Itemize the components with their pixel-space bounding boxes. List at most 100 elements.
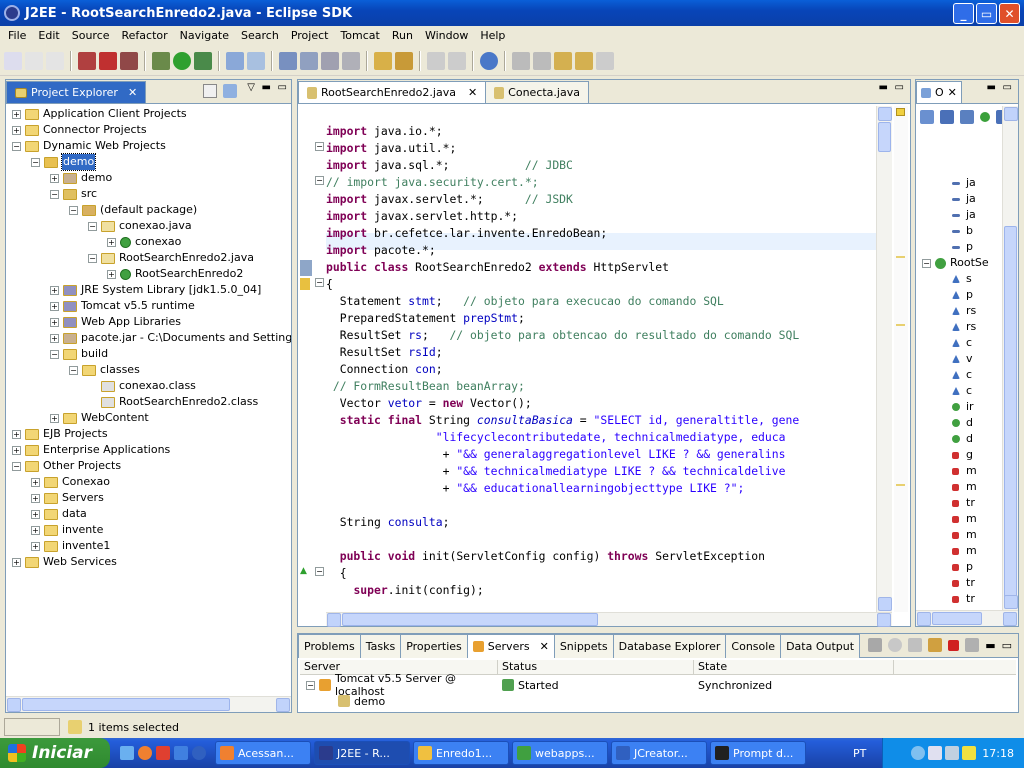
scroll-thumb[interactable] [878,122,891,152]
publish-icon[interactable] [965,638,980,652]
tree-item[interactable]: + EJB Projects [12,426,291,442]
explorer-hscroll[interactable] [6,696,291,712]
taskbar-item[interactable]: webapps... [512,741,608,765]
code-line[interactable]: + "&& educationallearningobjecttype LIKE… [326,480,890,497]
tree-item[interactable]: RootSearchEnredo2.class [12,394,291,410]
link-editor-icon[interactable] [223,84,237,98]
outline-hscroll[interactable] [916,610,1018,626]
scroll-down-icon[interactable] [878,597,892,611]
collapse-toggle[interactable]: − [12,141,21,151]
code-line[interactable]: Vector vetor = new Vector(); [326,395,890,412]
code-line[interactable]: import javax.servlet.*; // JSDK [326,191,890,208]
outline-item[interactable]: ja [952,191,1000,207]
taskbar-item[interactable]: Acessan... [215,741,311,765]
collapse-toggle[interactable]: − [69,365,78,375]
opera-icon[interactable] [156,746,170,760]
outline-item[interactable]: p [952,559,1000,575]
code-line[interactable]: // FormResultBean beanArray; [326,378,890,395]
tree-item[interactable]: − RootSearchEnredo2.java [12,250,291,266]
tab-project-explorer[interactable]: Project Explorer ✕ [6,81,147,103]
tree-item[interactable]: − classes [12,362,291,378]
outline-item[interactable]: d [952,415,1000,431]
expand-toggle[interactable]: + [31,477,40,487]
code-line[interactable]: import br.cefetce.lar.invente.EnredoBean… [326,225,890,242]
scroll-right-icon[interactable] [276,698,290,712]
tree-item[interactable]: − build [12,346,291,362]
open-type-icon[interactable] [321,51,339,70]
firefox-icon[interactable] [138,746,152,760]
expand-toggle[interactable]: + [12,125,21,135]
maximize-view-icon[interactable]: ▭ [895,82,904,93]
outline-item[interactable]: m [952,543,1000,559]
close-icon[interactable]: ✕ [468,86,477,99]
code-line[interactable]: import pacote.*; [326,242,890,259]
menu-file[interactable]: File [2,29,32,42]
tab-conecta[interactable]: Conecta.java [485,81,589,103]
sort-icon[interactable] [920,110,934,124]
minimize-view-icon[interactable]: ▬ [987,82,996,93]
outline-item[interactable]: ja [952,175,1000,191]
code-line[interactable]: + "&& technicalmediatype LIKE ? && techn… [326,463,890,480]
tree-item[interactable]: − demo [12,153,291,171]
outline-item[interactable]: d [952,431,1000,447]
outline-item[interactable]: ir [952,399,1000,415]
tree-item[interactable]: − src [12,186,291,202]
tab-servers[interactable]: Servers ✕ [466,634,555,658]
outline-item[interactable]: v [952,351,1000,367]
tab-snippets[interactable]: Snippets [553,634,614,658]
run-icon[interactable] [173,51,191,70]
code-line[interactable]: import java.io.*; [326,123,890,140]
outline-item[interactable]: ja [952,207,1000,223]
column-state[interactable]: State [694,660,894,674]
maximize-view-icon[interactable]: ▭ [278,82,287,93]
menu-window[interactable]: Window [419,29,474,42]
outline-item[interactable]: m [952,527,1000,543]
close-icon[interactable]: ✕ [540,640,549,653]
tree-item[interactable]: − Other Projects [12,458,291,474]
menu-project[interactable]: Project [285,29,335,42]
editor-hscroll[interactable] [326,612,892,627]
expand-toggle[interactable]: + [31,541,40,551]
code-line[interactable]: + "&& generalaggregationlevel LIKE ? && … [326,446,890,463]
tree-item[interactable]: + Application Client Projects [12,106,291,122]
fold-toggle[interactable]: − [315,176,324,185]
tray-icon[interactable] [911,746,926,760]
expand-toggle[interactable]: + [50,333,59,343]
outline-item[interactable]: p [952,287,1000,303]
outline-item[interactable]: rs [952,303,1000,319]
collapse-toggle[interactable]: − [31,157,40,167]
collapse-toggle[interactable]: − [306,680,315,690]
minimize-view-icon[interactable]: ▬ [262,82,271,93]
tree-item[interactable]: − conexao.java [12,218,291,234]
code-line[interactable]: import javax.servlet.http.*; [326,208,890,225]
table-row[interactable]: − Tomcat v5.5 Server @ localhost Started… [300,672,1016,698]
expand-toggle[interactable]: + [12,557,21,567]
outline-item[interactable]: p [952,239,1000,255]
editor-vscroll[interactable] [876,106,892,612]
start-button[interactable]: Iniciar [0,738,110,768]
scroll-thumb[interactable] [22,698,230,711]
debug-icon[interactable] [152,51,170,70]
expand-toggle[interactable]: + [50,301,59,311]
close-icon[interactable]: ✕ [128,86,137,99]
code-line[interactable]: public class RootSearchEnredo2 extends H… [326,259,890,276]
tab-problems[interactable]: Problems [298,634,361,658]
tree-item[interactable]: + demo [12,170,291,186]
last-edit-icon[interactable] [554,51,572,70]
expand-toggle[interactable]: + [31,493,40,503]
outline-item[interactable]: b [952,223,1000,239]
code-line[interactable]: { [326,276,890,293]
scroll-thumb[interactable] [342,613,598,626]
new-package-icon[interactable] [247,51,265,70]
tree-item[interactable]: + invente1 [12,538,291,554]
prev-annotation-icon[interactable] [533,51,551,70]
code-editor[interactable]: import java.io.*; import java.util.*; impo… [326,106,890,612]
new-project-icon[interactable] [226,51,244,70]
code-line[interactable]: String consulta; [326,514,890,531]
code-line[interactable] [326,531,890,548]
taskbar-item[interactable]: JCreator... [611,741,707,765]
outline-item[interactable]: tr [952,495,1000,511]
maximize-button[interactable]: ▭ [976,3,997,24]
outline-item[interactable]: m [952,463,1000,479]
outline-item[interactable]: c [952,367,1000,383]
